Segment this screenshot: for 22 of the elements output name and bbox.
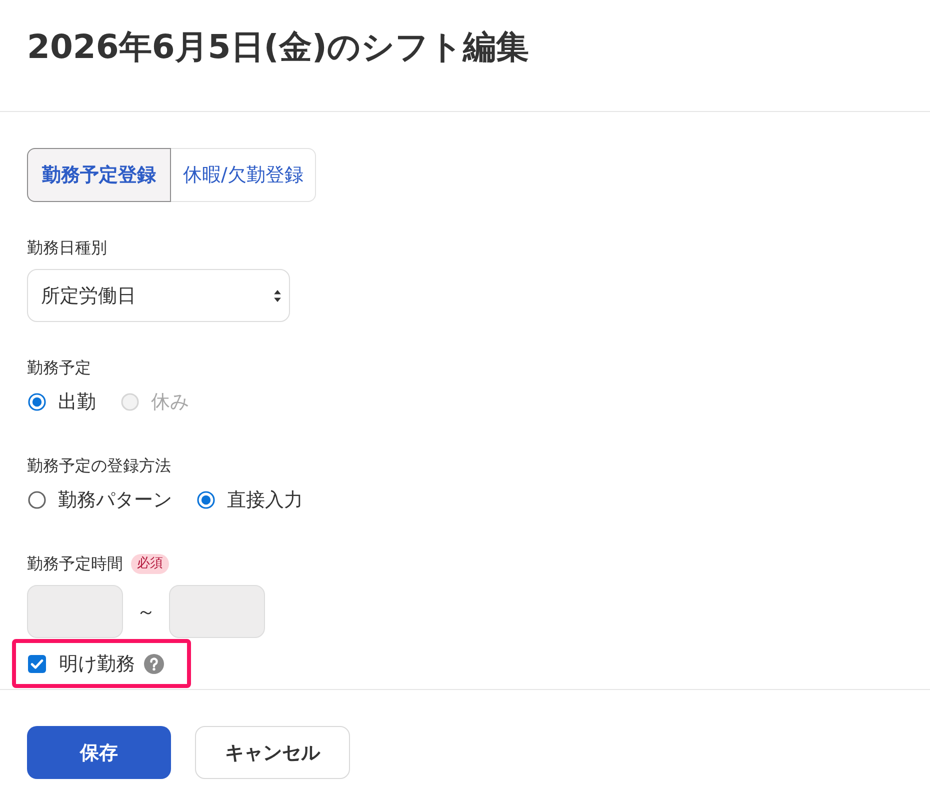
help-icon[interactable]: [144, 654, 164, 674]
radio-label[interactable]: 勤務パターン: [58, 486, 172, 514]
page-title: 2026年6月5日(金)のシフト編集: [27, 27, 529, 67]
field-label: 勤務日種別: [27, 237, 107, 259]
tab[interactable]: 勤務予定登録: [27, 148, 171, 202]
range-separator: ～: [136, 600, 156, 624]
radio-button[interactable]: [197, 491, 215, 509]
radio-button[interactable]: [28, 491, 46, 509]
field-label: 勤務予定: [27, 357, 91, 379]
checkbox-label[interactable]: 明け勤務: [59, 650, 135, 678]
cancel-button[interactable]: キャンセル: [195, 726, 350, 779]
checkbox[interactable]: [28, 654, 46, 672]
radio-button[interactable]: [28, 393, 46, 411]
field-label: 勤務予定時間: [27, 553, 123, 575]
radio-label[interactable]: 出勤: [58, 388, 96, 416]
save-button[interactable]: 保存: [27, 726, 171, 779]
radio-label[interactable]: 直接入力: [227, 486, 303, 514]
tab[interactable]: 休暇/欠勤登録: [171, 148, 316, 202]
select-field[interactable]: 所定労働日: [27, 269, 290, 322]
sort-arrows-icon: [274, 290, 281, 302]
required-badge: 必須: [131, 554, 169, 574]
field-label: 勤務予定の登録方法: [27, 455, 171, 477]
